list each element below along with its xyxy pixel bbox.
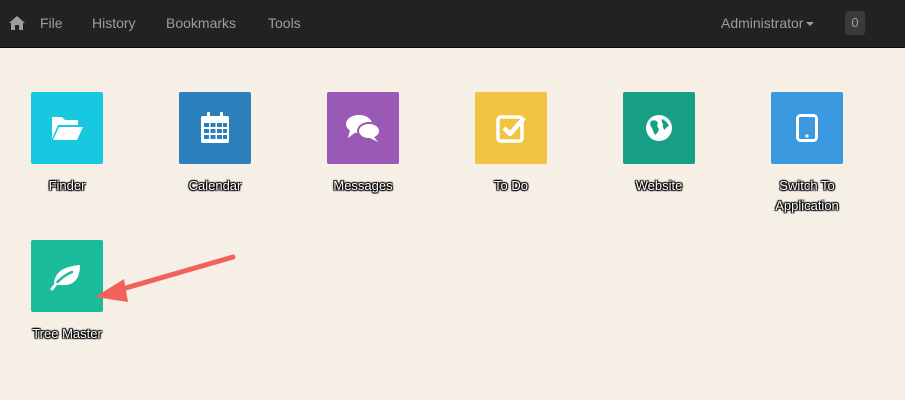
app-tile-todo[interactable]: To Do: [456, 92, 566, 196]
app-label: Calendar: [188, 178, 242, 193]
notification-badge[interactable]: 0: [845, 11, 865, 35]
folder-open-icon: [52, 117, 83, 140]
app-icon-box: [623, 92, 695, 164]
home-icon[interactable]: [8, 14, 26, 32]
calendar-icon: [201, 112, 229, 143]
menu-file[interactable]: File: [40, 15, 63, 31]
menu-tools[interactable]: Tools: [268, 15, 301, 31]
app-label: Tree Master: [32, 326, 102, 341]
app-icon-box: [179, 92, 251, 164]
check-square-icon: [496, 115, 526, 143]
app-icon-box: [31, 92, 103, 164]
app-tile-messages[interactable]: Messages: [308, 92, 418, 196]
caret-down-icon: [806, 22, 815, 27]
tablet-icon: [796, 114, 818, 142]
app-label: Finder: [48, 178, 86, 193]
app-label: Messages: [333, 178, 393, 193]
app-tile-website[interactable]: Website: [604, 92, 714, 196]
app-tile-tree-master[interactable]: Tree Master: [12, 240, 122, 344]
app-tile-finder[interactable]: Finder: [12, 92, 122, 196]
app-icon-box: [31, 240, 103, 312]
globe-icon: [646, 115, 672, 141]
app-tile-switch-to-application[interactable]: Switch To Application: [752, 92, 862, 216]
app-label: To Do: [494, 178, 528, 193]
app-tile-calendar[interactable]: Calendar: [160, 92, 270, 196]
app-label: Switch To Application: [775, 178, 839, 213]
top-navbar: File History Bookmarks Tools Administrat…: [0, 0, 905, 48]
leaf-icon: [50, 265, 80, 291]
menu-bookmarks[interactable]: Bookmarks: [166, 15, 236, 31]
comments-icon: [346, 115, 381, 142]
menu-history[interactable]: History: [92, 15, 136, 31]
user-name: Administrator: [721, 15, 804, 31]
user-menu[interactable]: Administrator: [721, 15, 815, 31]
app-icon-box: [771, 92, 843, 164]
app-icon-box: [475, 92, 547, 164]
app-icon-box: [327, 92, 399, 164]
app-label: Website: [635, 178, 683, 193]
